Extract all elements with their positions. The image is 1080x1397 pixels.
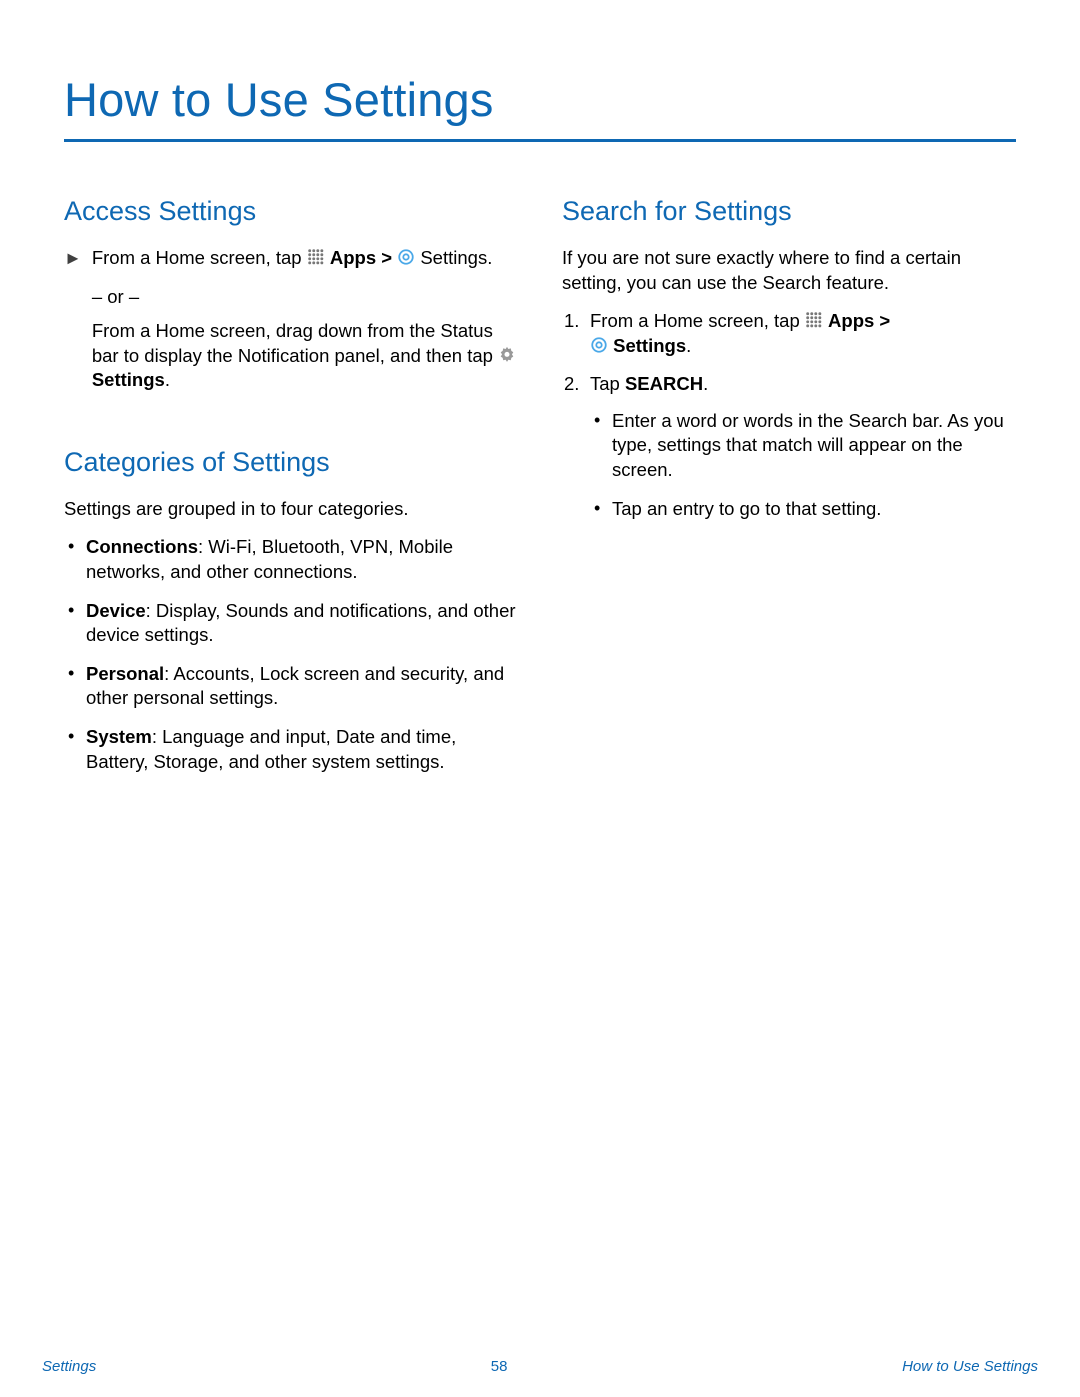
search-intro: If you are not sure exactly where to fin…	[562, 246, 1016, 295]
categories-intro: Settings are grouped in to four categori…	[64, 497, 518, 522]
search-sub-bullets: Enter a word or words in the Search bar.…	[590, 409, 1016, 521]
access-instruction: ► From a Home screen, tap Apps > Setting…	[64, 246, 518, 407]
list-item: Enter a word or words in the Search bar.…	[590, 409, 1016, 483]
text: From a Home screen, tap	[92, 247, 307, 268]
page-number: 58	[491, 1358, 508, 1375]
list-item: Tap an entry to go to that setting.	[590, 497, 1016, 522]
page-footer: Settings 58 How to Use Settings	[0, 1358, 1080, 1375]
apps-grid-icon	[805, 311, 823, 329]
arrow-icon: ►	[64, 246, 82, 270]
heading-categories: Categories of Settings	[64, 445, 518, 481]
apps-grid-icon	[307, 248, 325, 266]
right-column: Search for Settings If you are not sure …	[562, 194, 1016, 788]
left-column: Access Settings ► From a Home screen, ta…	[64, 194, 518, 788]
text: From a Home screen, drag down from the S…	[92, 320, 498, 366]
text: Tap	[590, 373, 625, 394]
heading-search-settings: Search for Settings	[562, 194, 1016, 230]
settings-bold: Settings	[613, 335, 686, 356]
search-steps: From a Home screen, tap Apps > Settings.…	[562, 309, 1016, 521]
heading-access-settings: Access Settings	[64, 194, 518, 230]
settings-gear-icon	[397, 248, 415, 266]
step-item: From a Home screen, tap Apps > Settings.	[562, 309, 1016, 358]
settings-label: Settings.	[420, 247, 492, 268]
settings-bold: Settings	[92, 369, 165, 390]
apps-label: Apps	[828, 310, 874, 331]
step-item: Tap SEARCH. Enter a word or words in the…	[562, 372, 1016, 521]
footer-left: Settings	[42, 1358, 96, 1375]
content-columns: Access Settings ► From a Home screen, ta…	[64, 194, 1016, 788]
settings-gear-icon	[590, 336, 608, 354]
page-title: How to Use Settings	[64, 72, 1016, 139]
or-text: – or –	[92, 285, 518, 310]
list-item: Personal: Accounts, Lock screen and secu…	[64, 662, 518, 711]
gear-icon	[498, 346, 516, 364]
apps-label: Apps	[330, 247, 376, 268]
list-item: Device: Display, Sounds and notification…	[64, 599, 518, 648]
categories-list: Connections: Wi-Fi, Bluetooth, VPN, Mobi…	[64, 535, 518, 774]
title-rule	[64, 139, 1016, 142]
list-item: Connections: Wi-Fi, Bluetooth, VPN, Mobi…	[64, 535, 518, 584]
text: From a Home screen, tap	[590, 310, 805, 331]
search-label: SEARCH	[625, 373, 703, 394]
footer-right: How to Use Settings	[902, 1358, 1038, 1375]
list-item: System: Language and input, Date and tim…	[64, 725, 518, 774]
